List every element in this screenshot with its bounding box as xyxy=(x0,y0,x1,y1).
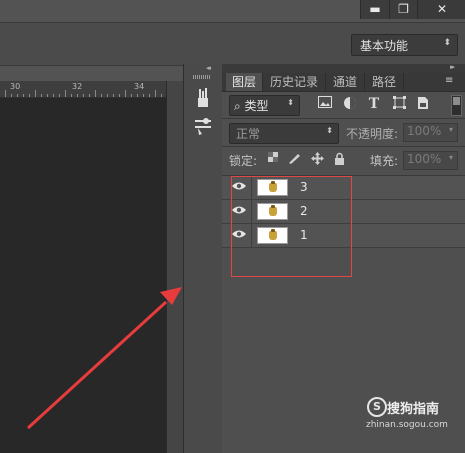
blend-mode-value: 正常 xyxy=(236,127,261,141)
panel-menu-icon[interactable]: ≡ xyxy=(445,75,453,86)
maximize-button[interactable]: ❐ xyxy=(389,0,417,19)
lock-image-pixels-icon[interactable] xyxy=(288,152,302,166)
ruler-tick xyxy=(137,94,138,97)
smart-object-filter-icon[interactable] xyxy=(415,96,431,112)
lock-label: 锁定: xyxy=(229,154,258,168)
adjustment-filter-icon[interactable] xyxy=(342,96,358,112)
canvas-scroll-edge xyxy=(166,81,183,453)
tab-channels[interactable]: 通道 xyxy=(326,73,365,91)
opacity-value: 100% xyxy=(407,124,442,138)
ruler-tick xyxy=(143,94,144,97)
ruler-tick xyxy=(119,94,120,97)
tab-paths[interactable]: 路径 xyxy=(365,73,404,91)
ruler-tick xyxy=(155,90,156,97)
minimize-button[interactable]: ▬ xyxy=(360,0,389,19)
chevron-updown-icon: ⬍ xyxy=(443,38,451,48)
close-button[interactable]: ✕ xyxy=(417,0,465,19)
type-filter-icon[interactable]: T xyxy=(366,96,382,112)
ruler-tick xyxy=(41,94,42,97)
ruler-tick xyxy=(23,94,24,97)
watermark-text: 搜狗指南 xyxy=(387,402,440,417)
grip-handle[interactable] xyxy=(193,75,211,79)
lock-transparent-pixels-icon[interactable] xyxy=(266,152,280,166)
fill-label: 填充: xyxy=(370,154,399,168)
collapse-arrows-icon[interactable]: ▸▸ xyxy=(450,63,455,71)
ruler-tick xyxy=(47,94,48,97)
horizontal-ruler: 30 32 34 xyxy=(0,81,166,98)
workspace-label: 基本功能 xyxy=(360,39,409,53)
ruler-tick xyxy=(71,94,72,97)
chevron-updown-icon: ⬍ xyxy=(287,98,294,107)
ruler-tick xyxy=(5,90,6,97)
filter-label: ⌕ 类型 xyxy=(234,99,269,113)
chevron-updown-icon: ⬍ xyxy=(326,126,333,135)
ruler-tick xyxy=(113,94,114,97)
ruler-tick xyxy=(59,94,60,97)
ruler-label: 34 xyxy=(134,82,145,91)
ruler-tick xyxy=(125,90,126,97)
brush-settings-icon[interactable] xyxy=(192,114,214,138)
ruler-tick xyxy=(95,90,96,97)
fill-field[interactable]: 100% ▾ xyxy=(403,151,458,170)
divider xyxy=(222,118,465,119)
panel-header xyxy=(222,64,465,73)
filter-toggle-switch[interactable] xyxy=(451,95,462,116)
ruler-label: 30 xyxy=(10,82,21,91)
workspace-select[interactable]: 基本功能 ⬍ xyxy=(351,34,458,56)
annotation-highlight-box xyxy=(231,176,352,277)
tab-history[interactable]: 历史记录 xyxy=(263,73,326,91)
opacity-label: 不透明度: xyxy=(346,127,399,141)
brushes-icon[interactable] xyxy=(192,86,214,110)
shape-filter-icon[interactable] xyxy=(391,96,407,112)
ruler-tick xyxy=(161,94,162,97)
ruler-tick xyxy=(29,94,30,97)
blend-mode-select[interactable]: 正常 ⬍ xyxy=(229,123,339,144)
chevron-down-icon: ▾ xyxy=(448,125,453,134)
opacity-field[interactable]: 100% ▾ xyxy=(403,123,458,142)
ruler-tick xyxy=(101,94,102,97)
ruler-tick xyxy=(131,94,132,97)
ruler-tick xyxy=(17,94,18,97)
divider xyxy=(222,146,465,147)
ruler-tick xyxy=(83,94,84,97)
fill-value: 100% xyxy=(407,152,442,166)
collapse-arrows-icon[interactable]: ◂◂ xyxy=(206,64,211,72)
tab-layers[interactable]: 图层 xyxy=(226,73,263,91)
lock-all-icon[interactable] xyxy=(332,152,346,166)
ruler-tick xyxy=(149,94,150,97)
sogou-logo: S xyxy=(367,397,387,417)
ruler-tick xyxy=(89,94,90,97)
ruler-tick xyxy=(107,94,108,97)
lock-position-icon[interactable] xyxy=(310,152,324,166)
ruler-label: 32 xyxy=(72,82,83,91)
watermark-url: zhinan.sogou.com xyxy=(366,420,448,430)
image-filter-icon[interactable] xyxy=(317,96,333,112)
ruler-tick xyxy=(65,90,66,97)
chevron-down-icon: ▾ xyxy=(448,153,453,162)
ruler-tick xyxy=(53,94,54,97)
ruler-tick xyxy=(11,94,12,97)
ruler-tick xyxy=(77,94,78,97)
ruler-tick xyxy=(35,90,36,97)
layer-filter-select[interactable]: ⌕ 类型 ⬍ xyxy=(229,95,300,116)
document-canvas[interactable] xyxy=(0,98,166,453)
